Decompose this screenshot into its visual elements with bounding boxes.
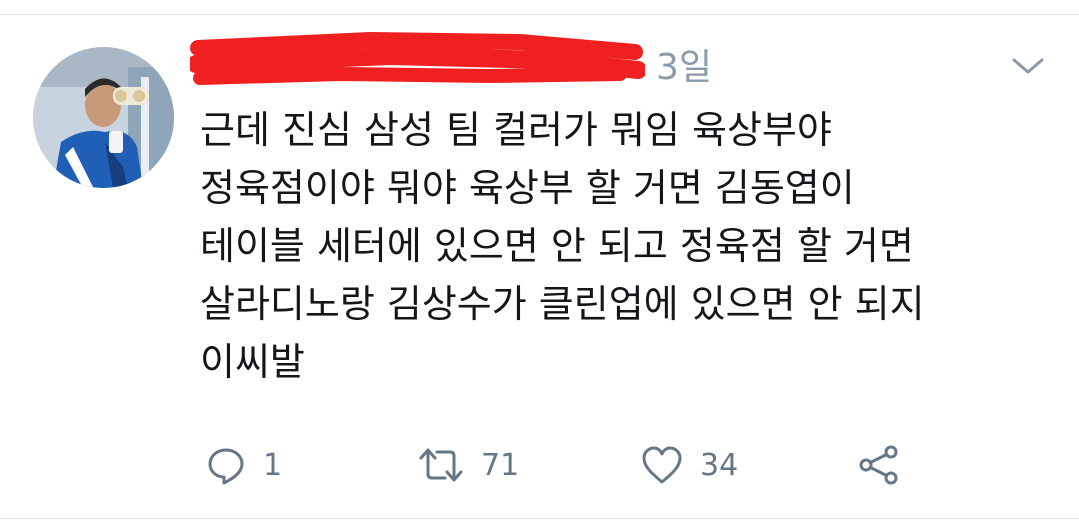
redacted-username (190, 31, 645, 85)
tweet-actions: 1 71 34 (205, 442, 925, 488)
tweet-timestamp[interactable]: 3일 (656, 46, 712, 90)
tweet-text-line: 테이블 세터에 있으면 안 되고 정육점 할 거면 (200, 224, 914, 268)
tweet-text-line: 정육점이야 뭐야 육상부 할 거면 김동엽이 (200, 166, 855, 210)
tweet-text-line: 이씨발 (200, 340, 305, 384)
tweet-menu-button[interactable] (1008, 50, 1048, 82)
retweet-button[interactable]: 71 (417, 442, 519, 488)
share-icon (859, 445, 898, 485)
like-count: 34 (700, 447, 739, 483)
chevron-down-icon (1012, 58, 1044, 74)
tweet-text: 근데 진심 삼성 팀 컬러가 뭐임 육상부야 정육점이야 뭐야 육상부 할 거면… (200, 101, 1060, 391)
tweet-text-line: 살라디노랑 김상수가 클린업에 있으면 안 되지 (200, 282, 925, 326)
reply-button[interactable]: 1 (205, 442, 282, 488)
share-button[interactable] (857, 442, 901, 488)
bottom-divider (0, 518, 1079, 519)
top-divider (0, 14, 1079, 15)
heart-icon (642, 446, 682, 484)
retweet-icon (419, 448, 463, 482)
avatar[interactable] (33, 47, 174, 188)
reply-icon (208, 448, 244, 485)
reply-count: 1 (263, 447, 283, 483)
like-button[interactable]: 34 (640, 442, 738, 488)
tweet-text-line: 근데 진심 삼성 팀 컬러가 뭐임 육상부야 (200, 108, 832, 152)
profile-photo (33, 47, 174, 188)
retweet-count: 71 (481, 447, 520, 483)
